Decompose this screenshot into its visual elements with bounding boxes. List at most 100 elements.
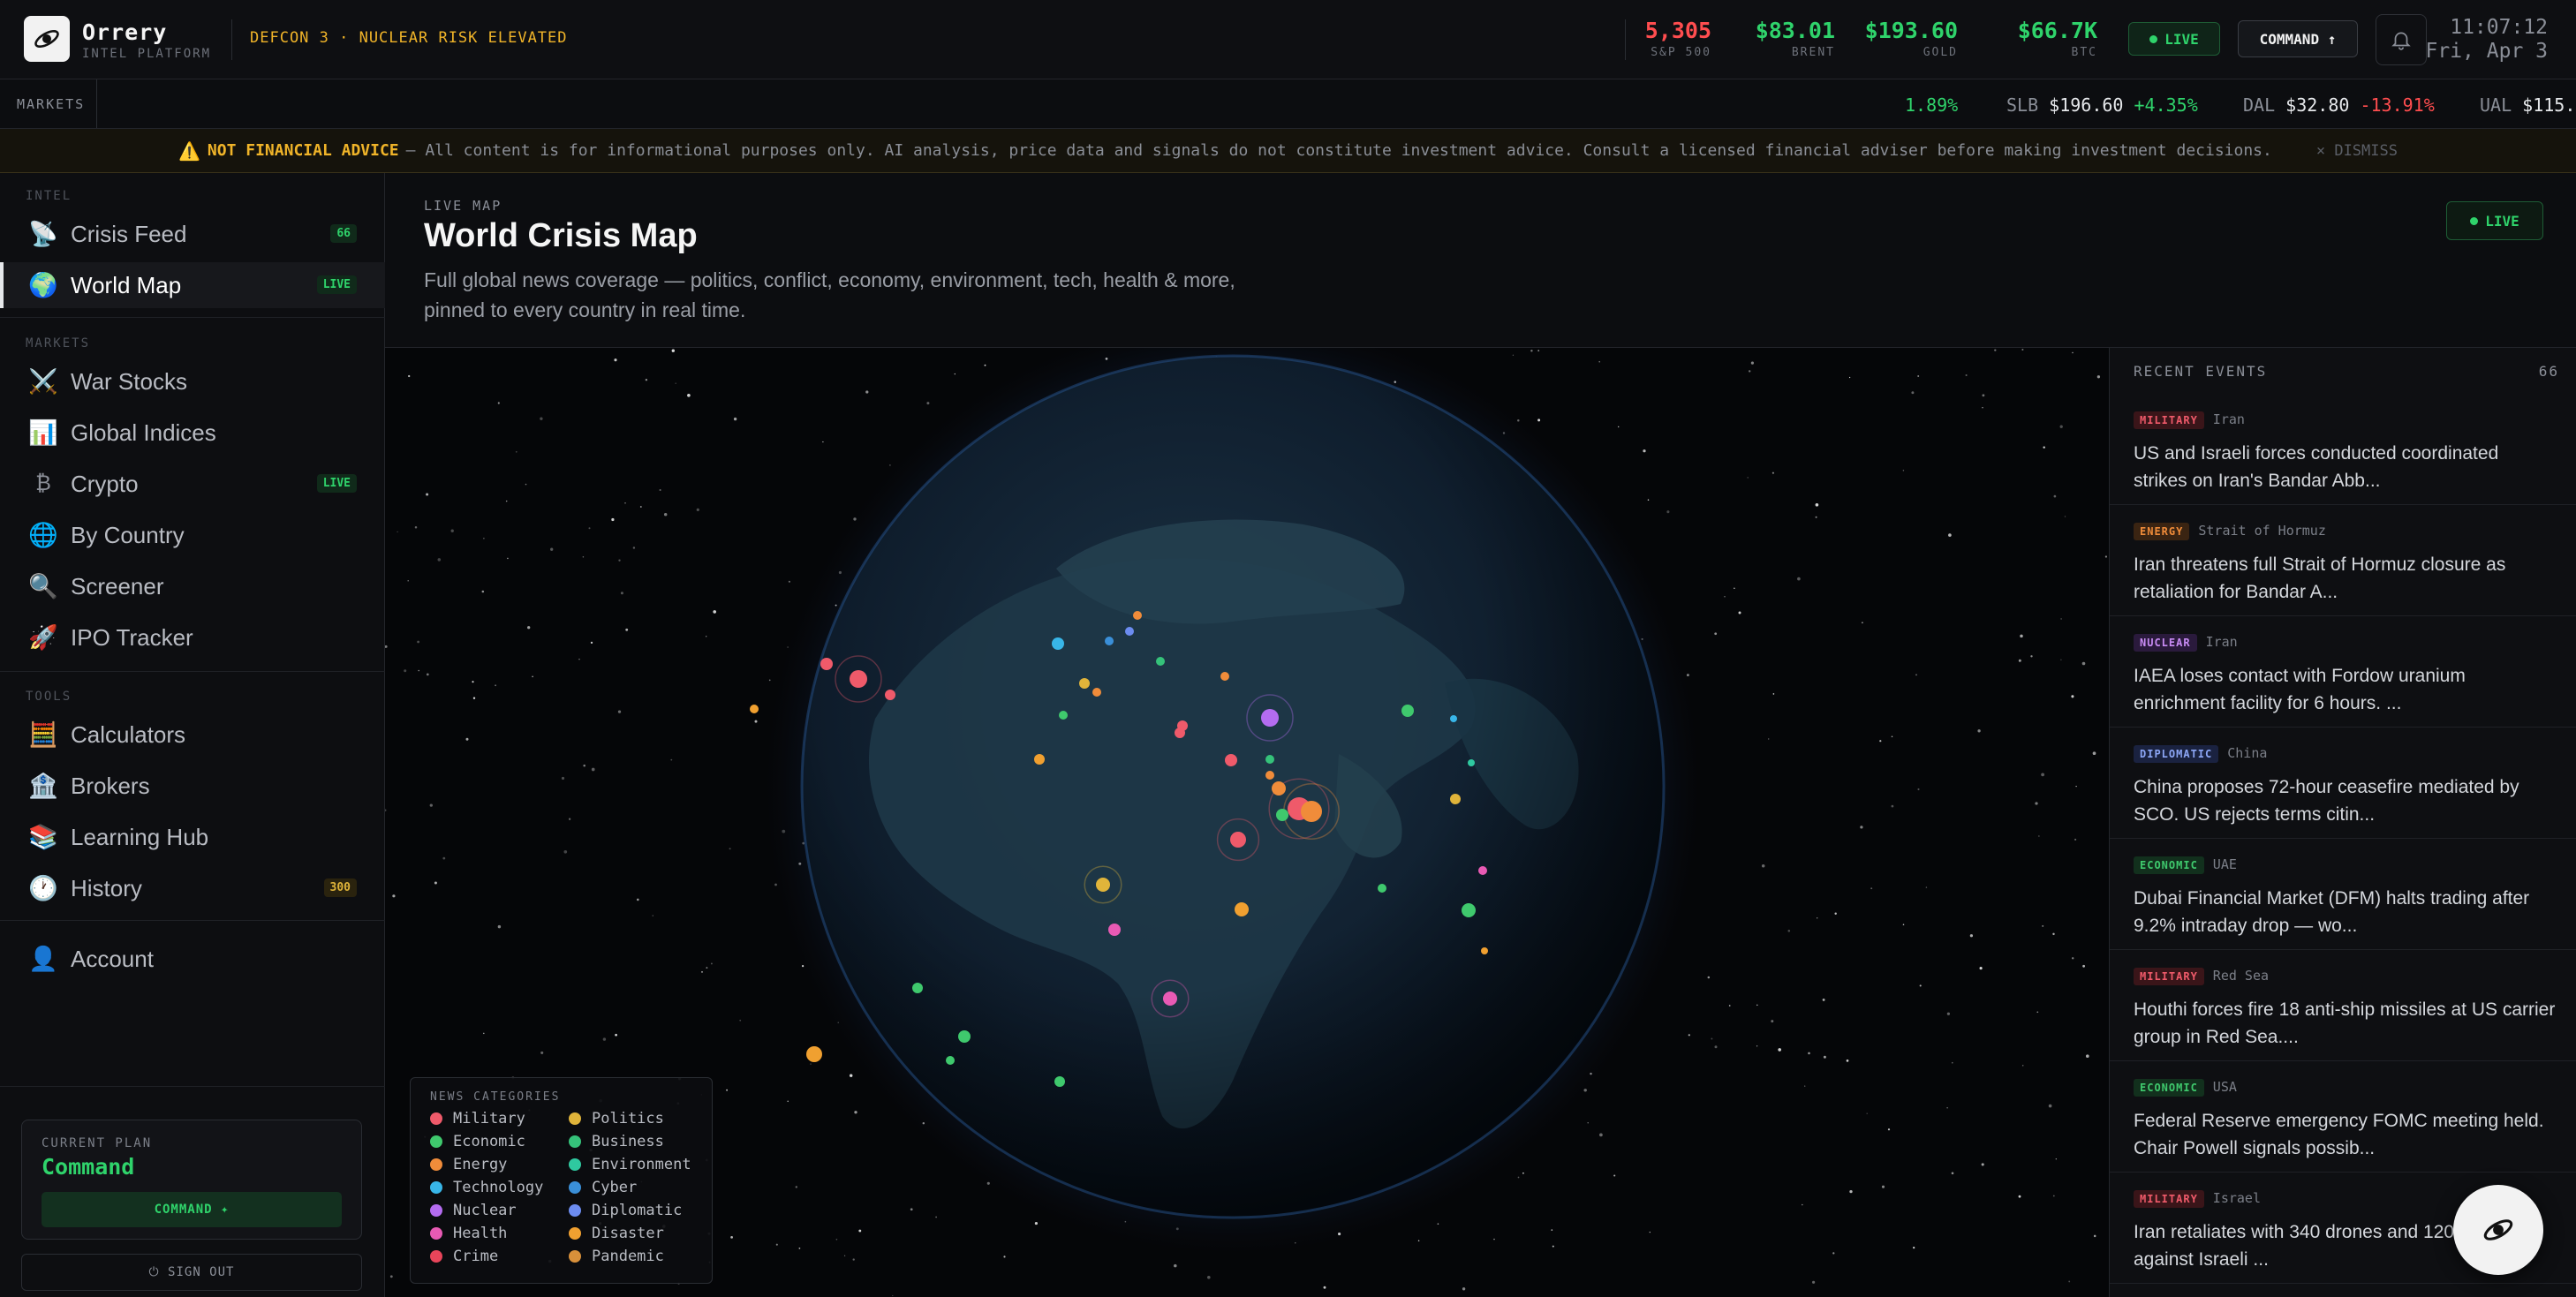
category-tag: MILITARY: [2134, 1190, 2204, 1208]
event-pin[interactable]: [1261, 709, 1279, 727]
event-pin[interactable]: [1079, 678, 1090, 689]
sidebar-item-global-indices[interactable]: 📊 Global Indices: [0, 410, 385, 456]
live-badge: LIVE: [316, 474, 357, 493]
sidebar-item-ipo-tracker[interactable]: 🚀 IPO Tracker: [0, 615, 385, 660]
event-pin[interactable]: [1133, 611, 1142, 620]
sidebar-item-label: Learning Hub: [71, 823, 209, 850]
legend-item[interactable]: Cyber: [569, 1178, 710, 1196]
event-pin[interactable]: [1108, 924, 1121, 936]
event-pin[interactable]: [1225, 754, 1237, 766]
event-pin[interactable]: [1378, 884, 1386, 893]
event-pin[interactable]: [1230, 832, 1246, 848]
legend-item[interactable]: Pandemic: [569, 1247, 710, 1265]
legend-item[interactable]: Politics: [569, 1109, 710, 1127]
event-pin[interactable]: [1125, 627, 1134, 636]
event-item[interactable]: ECONOMIC UAE Dubai Financial Market (DFM) …: [2110, 839, 2576, 950]
event-item[interactable]: ECONOMIC USA Federal Reserve emergency FOM…: [2110, 1061, 2576, 1173]
legend-item[interactable]: Environment: [569, 1155, 710, 1173]
legend-item[interactable]: Economic: [430, 1132, 569, 1150]
event-pin[interactable]: [958, 1030, 971, 1043]
event-pin[interactable]: [1478, 866, 1487, 875]
event-pin[interactable]: [850, 670, 867, 688]
market-item[interactable]: 1.89%: [1905, 94, 1958, 116]
event-item[interactable]: DIPLOMATIC China China proposes 72-hour ce…: [2110, 728, 2576, 839]
event-pin[interactable]: [1052, 637, 1064, 650]
event-pin[interactable]: [1265, 771, 1274, 780]
event-pin[interactable]: [1092, 688, 1101, 697]
market-item-slb[interactable]: SLB $196.60 +4.35%: [2006, 94, 2198, 116]
orrery-assistant-button[interactable]: [2453, 1185, 2543, 1275]
event-pin[interactable]: [1301, 801, 1322, 822]
command-plan-button[interactable]: COMMAND ↑: [2238, 20, 2358, 57]
event-pin[interactable]: [1105, 637, 1114, 645]
event-pin[interactable]: [1481, 947, 1488, 954]
sidebar-item-calculators[interactable]: 🧮 Calculators: [0, 712, 385, 758]
legend-item[interactable]: Technology: [430, 1178, 569, 1196]
event-pin[interactable]: [912, 983, 923, 993]
page-title: World Crisis Map: [424, 217, 698, 254]
event-item[interactable]: ENERGY Strait of Hormuz Iran threatens ful…: [2110, 505, 2576, 616]
sidebar-item-war-stocks[interactable]: ⚔️ War Stocks: [0, 358, 385, 404]
event-pin[interactable]: [806, 1046, 822, 1062]
legend-item[interactable]: Crime: [430, 1247, 569, 1265]
event-pin[interactable]: [1175, 728, 1185, 738]
sidebar-item-brokers[interactable]: 🏦 Brokers: [0, 763, 385, 809]
legend-item[interactable]: Diplomatic: [569, 1201, 710, 1219]
legend-item[interactable]: Business: [569, 1132, 710, 1150]
event-pin[interactable]: [1059, 711, 1068, 720]
event-pin[interactable]: [1272, 781, 1286, 796]
sidebar-item-by-country[interactable]: 🌐 By Country: [0, 512, 385, 558]
sign-out-button[interactable]: ⏻ SIGN OUT: [21, 1254, 362, 1291]
ticker-gold[interactable]: $193.60 GOLD: [1865, 18, 1958, 59]
sidebar-item-world-map[interactable]: 🌍 World Map LIVE: [0, 262, 385, 308]
orrery-logo-icon[interactable]: [24, 16, 70, 62]
event-pin[interactable]: [1096, 878, 1110, 892]
event-pin[interactable]: [1265, 755, 1274, 764]
event-pin[interactable]: [885, 690, 895, 700]
plan-button[interactable]: COMMAND ✦: [42, 1192, 342, 1227]
event-item[interactable]: MILITARY Iran US and Israeli forces conduc…: [2110, 394, 2576, 505]
ticker-brent[interactable]: $83.01 BRENT: [1756, 18, 1835, 59]
dismiss-button[interactable]: × DISMISS: [2316, 142, 2398, 160]
legend-item[interactable]: Disaster: [569, 1224, 710, 1242]
event-pin[interactable]: [1156, 657, 1165, 666]
sidebar-item-history[interactable]: 🕐 History 300: [0, 865, 385, 911]
event-pin[interactable]: [1163, 992, 1177, 1006]
event-pin[interactable]: [946, 1056, 955, 1065]
event-item[interactable]: MILITARY Red Sea Houthi forces fire 18 ant…: [2110, 950, 2576, 1061]
event-item[interactable]: NUCLEAR Iran IAEA loses contact with Fordo…: [2110, 616, 2576, 728]
top-bar: Orrery INTEL PLATFORM DEFCON 3 · NUCLEAR…: [0, 0, 2576, 79]
sidebar-item-learning-hub[interactable]: 📚 Learning Hub: [0, 814, 385, 860]
legend-item[interactable]: Nuclear: [430, 1201, 569, 1219]
event-pin[interactable]: [1034, 754, 1045, 765]
notifications-button[interactable]: [2376, 14, 2427, 65]
event-pin[interactable]: [820, 658, 833, 670]
event-pin[interactable]: [1220, 672, 1229, 681]
ticker-sp500[interactable]: 5,305 S&P 500: [1645, 18, 1711, 59]
sidebar-item-account[interactable]: 👤 Account: [0, 936, 385, 982]
star: [414, 526, 418, 529]
event-pin[interactable]: [1401, 705, 1414, 717]
sidebar-item-crisis-feed[interactable]: 📡 Crisis Feed 66: [0, 211, 385, 257]
page-kicker: LIVE MAP: [424, 198, 502, 214]
legend-item[interactable]: Military: [430, 1109, 569, 1127]
event-pin[interactable]: [1235, 902, 1249, 916]
legend-swatch: [569, 1249, 581, 1263]
legend-item[interactable]: Health: [430, 1224, 569, 1242]
legend-item[interactable]: Energy: [430, 1155, 569, 1173]
event-pin[interactable]: [1276, 809, 1288, 821]
ticker-btc[interactable]: $66.7K BTC: [2018, 18, 2097, 59]
event-pin[interactable]: [1462, 903, 1476, 917]
event-pin[interactable]: [1450, 715, 1457, 722]
event-pin[interactable]: [1468, 759, 1475, 766]
sidebar-item-screener[interactable]: 🔍 Screener: [0, 563, 385, 609]
globe-map[interactable]: NEWS CATEGORIES Military Politics Economic…: [385, 348, 2109, 1297]
sidebar-item-crypto[interactable]: ₿ Crypto LIVE: [0, 461, 385, 507]
event-pin[interactable]: [750, 705, 759, 713]
market-change: 1.89%: [1905, 94, 1959, 116]
star: [1666, 510, 1670, 514]
market-item-ual[interactable]: UAL $115.: [2480, 94, 2575, 116]
event-pin[interactable]: [1450, 794, 1461, 804]
event-pin[interactable]: [1054, 1076, 1065, 1087]
market-item-dal[interactable]: DAL $32.80 -13.91%: [2243, 94, 2435, 116]
